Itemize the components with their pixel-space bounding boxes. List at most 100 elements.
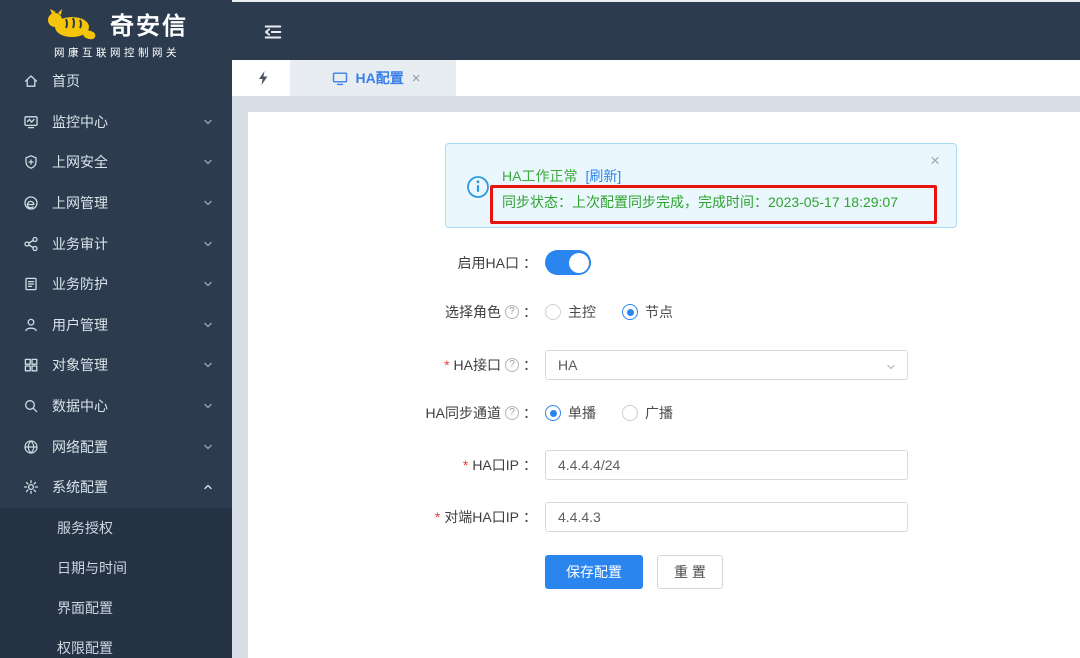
user-icon bbox=[22, 316, 39, 333]
help-icon[interactable]: ? bbox=[505, 358, 519, 372]
sidebar-item-user-management[interactable]: 用户管理 bbox=[0, 305, 232, 346]
refresh-link[interactable]: [刷新] bbox=[585, 168, 621, 184]
chevron-down-icon bbox=[202, 238, 214, 250]
required-asterisk: * bbox=[462, 457, 469, 473]
audit-share-icon bbox=[22, 235, 39, 252]
required-asterisk: * bbox=[434, 509, 441, 525]
ha-ip-input[interactable] bbox=[545, 450, 908, 480]
required-asterisk: * bbox=[444, 357, 450, 373]
refresh-tab-button[interactable] bbox=[236, 60, 290, 96]
system-config-submenu: 服务授权 日期与时间 界面配置 权限配置 bbox=[0, 508, 232, 658]
monitor-icon bbox=[22, 113, 39, 130]
radio-option-master[interactable]: 主控 bbox=[545, 302, 596, 322]
main-content: HA工作正常 [刷新] 同步状态：上次配置同步完成，完成时间：2023-05-17… bbox=[248, 112, 1080, 658]
save-config-button[interactable]: 保存配置 bbox=[545, 555, 643, 589]
sidebar-item-internet-security[interactable]: 上网安全 bbox=[0, 142, 232, 183]
help-icon[interactable]: ? bbox=[505, 305, 519, 319]
sidebar-item-label: 对象管理 bbox=[52, 357, 108, 374]
sidebar-item-label: 业务审计 bbox=[52, 235, 108, 252]
chevron-down-icon bbox=[202, 319, 214, 331]
grid-icon bbox=[22, 357, 39, 374]
shield-icon bbox=[22, 154, 39, 171]
radio-option-broadcast[interactable]: 广播 bbox=[622, 403, 673, 423]
browser-icon bbox=[22, 195, 39, 212]
sidebar-item-label: 监控中心 bbox=[52, 113, 108, 130]
form-row-actions: 保存配置 重 置 bbox=[248, 555, 723, 589]
help-icon[interactable]: ? bbox=[505, 406, 519, 420]
peer-ha-ip-input[interactable] bbox=[545, 502, 908, 532]
submenu-item-label: 日期与时间 bbox=[57, 560, 127, 576]
sidebar-item-business-audit[interactable]: 业务审计 bbox=[0, 223, 232, 264]
chevron-down-icon bbox=[202, 400, 214, 412]
tab-bar: HA配置 × bbox=[232, 60, 1080, 96]
sidebar-menu: 首页 监控中心 上网安全 上网管理 业务审计 业务防护 用户管理 对象管理 数据… bbox=[0, 61, 232, 508]
sidebar-item-system-config[interactable]: 系统配置 bbox=[0, 467, 232, 508]
form-row-enable-ha: 启用HA口： bbox=[248, 250, 591, 275]
tab-close-icon[interactable]: × bbox=[412, 71, 421, 86]
submenu-item-permission-config[interactable]: 权限配置 bbox=[0, 628, 232, 658]
sidebar-item-object-management[interactable]: 对象管理 bbox=[0, 345, 232, 386]
submenu-item-label: 界面配置 bbox=[57, 600, 113, 616]
label-colon: ： bbox=[523, 254, 537, 271]
tab-label: HA配置 bbox=[355, 70, 404, 86]
field-label: HA同步通道 bbox=[425, 405, 501, 421]
radio-option-node[interactable]: 节点 bbox=[622, 302, 673, 322]
content-top-gutter bbox=[232, 96, 1080, 112]
sidebar-item-network-config[interactable]: 网络配置 bbox=[0, 426, 232, 467]
chevron-down-icon bbox=[202, 441, 214, 453]
tab-ha-config[interactable]: HA配置 × bbox=[296, 60, 456, 96]
label-colon: ： bbox=[523, 405, 537, 421]
label-colon: ： bbox=[523, 509, 537, 525]
chevron-down-icon bbox=[885, 360, 897, 376]
radio-label: 广播 bbox=[645, 405, 673, 421]
ha-status-alert: HA工作正常 [刷新] 同步状态：上次配置同步完成，完成时间：2023-05-17… bbox=[445, 143, 957, 228]
label-colon: ： bbox=[523, 357, 537, 373]
radio-circle-checked bbox=[545, 405, 561, 421]
alert-close-icon[interactable]: × bbox=[930, 152, 940, 169]
radio-label: 主控 bbox=[568, 304, 596, 320]
alert-title: HA工作正常 bbox=[502, 168, 578, 184]
chevron-down-icon bbox=[202, 359, 214, 371]
chevron-down-icon bbox=[202, 197, 214, 209]
sidebar-item-label: 业务防护 bbox=[52, 276, 108, 293]
sidebar-collapse-icon[interactable] bbox=[262, 21, 284, 48]
submenu-item-label: 服务授权 bbox=[57, 520, 113, 536]
label-colon: ： bbox=[523, 457, 537, 473]
chevron-down-icon bbox=[202, 278, 214, 290]
sidebar-item-business-protection[interactable]: 业务防护 bbox=[0, 264, 232, 305]
search-icon bbox=[22, 398, 39, 415]
sidebar-item-data-center[interactable]: 数据中心 bbox=[0, 386, 232, 427]
form-row-ha-interface: * HA接口 ? ： HA bbox=[248, 350, 908, 380]
brand-logo: 奇安信 网康互联网控制网关 bbox=[0, 0, 232, 62]
sidebar-item-label: 上网管理 bbox=[52, 195, 108, 212]
reset-button[interactable]: 重 置 bbox=[657, 555, 723, 589]
ha-interface-select[interactable]: HA bbox=[545, 350, 908, 380]
globe-icon bbox=[22, 438, 39, 455]
sidebar-item-label: 首页 bbox=[52, 73, 80, 90]
radio-circle-checked bbox=[622, 304, 638, 320]
radio-circle bbox=[622, 405, 638, 421]
enable-ha-toggle[interactable] bbox=[545, 250, 591, 275]
chevron-up-icon bbox=[202, 481, 214, 493]
content-left-gutter bbox=[232, 96, 248, 658]
brand-subtitle: 网康互联网控制网关 bbox=[54, 47, 180, 60]
field-label: 选择角色 bbox=[445, 304, 501, 320]
sidebar-item-label: 数据中心 bbox=[52, 398, 108, 415]
toggle-knob bbox=[568, 252, 589, 273]
form-row-sync-channel: HA同步通道 ? ： 单播 广播 bbox=[248, 403, 673, 423]
sidebar-item-label: 系统配置 bbox=[52, 479, 108, 496]
submenu-item-service-license[interactable]: 服务授权 bbox=[0, 508, 232, 548]
sidebar-item-internet-management[interactable]: 上网管理 bbox=[0, 183, 232, 224]
radio-option-unicast[interactable]: 单播 bbox=[545, 403, 596, 423]
form-row-ha-ip: * HA口IP： bbox=[248, 450, 908, 480]
sidebar-item-monitor-center[interactable]: 监控中心 bbox=[0, 102, 232, 143]
monitor-tab-icon bbox=[332, 71, 348, 86]
sidebar-item-label: 网络配置 bbox=[52, 438, 108, 455]
gear-icon bbox=[22, 479, 39, 496]
sidebar-item-home[interactable]: 首页 bbox=[0, 61, 232, 102]
submenu-item-interface-config[interactable]: 界面配置 bbox=[0, 588, 232, 628]
submenu-item-date-time[interactable]: 日期与时间 bbox=[0, 548, 232, 588]
field-label: HA接口 bbox=[453, 357, 501, 373]
sidebar-item-label: 上网安全 bbox=[52, 154, 108, 171]
sidebar-item-label: 用户管理 bbox=[52, 316, 108, 333]
